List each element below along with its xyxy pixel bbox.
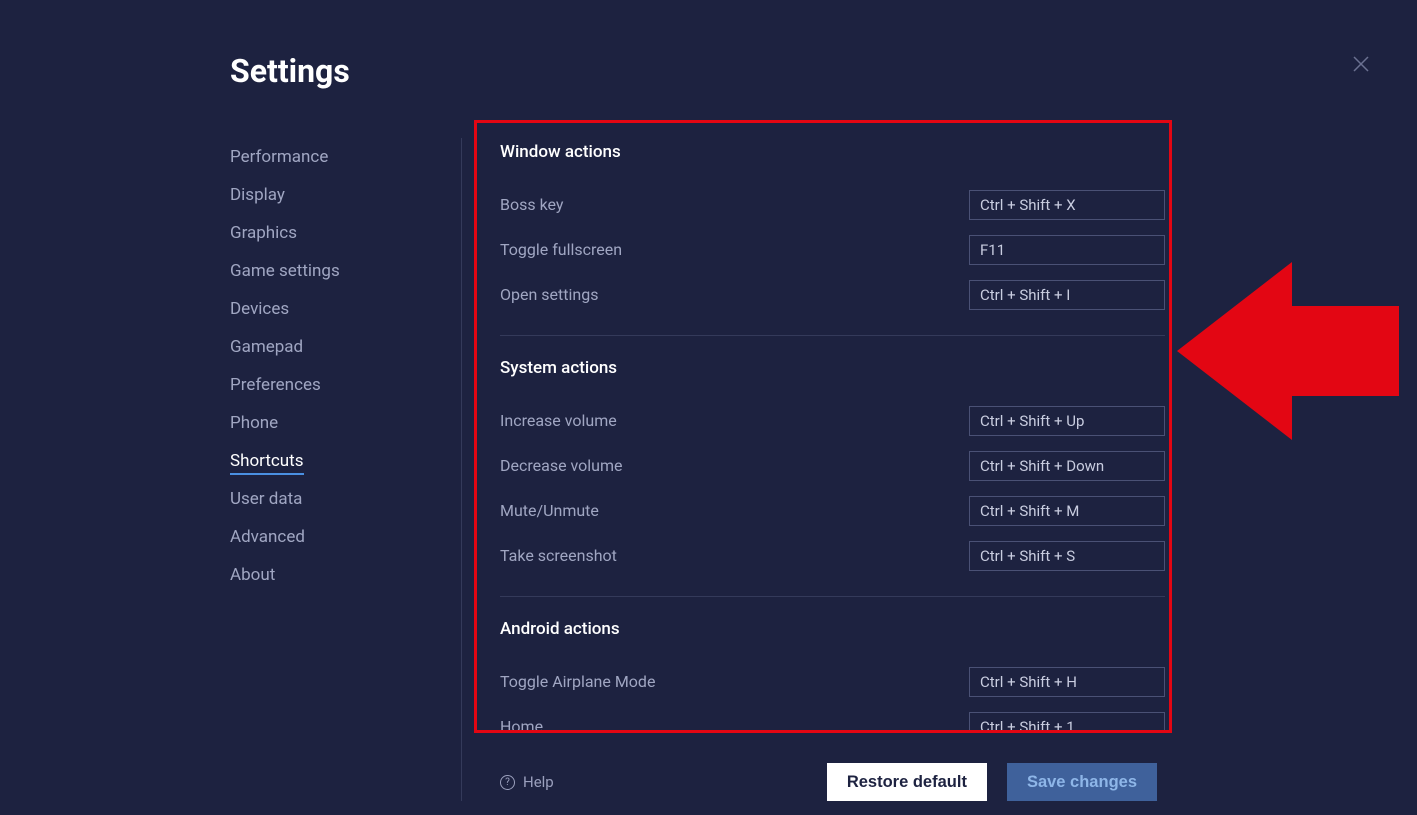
shortcut-input[interactable]: Ctrl + Shift + H xyxy=(969,667,1165,697)
sidebar-item-label: User data xyxy=(230,489,302,509)
main-panel: Window actions Boss key Ctrl + Shift + X To… xyxy=(462,138,1187,801)
help-label: Help xyxy=(523,773,554,791)
sidebar-item-label: Game settings xyxy=(230,261,340,281)
sidebar-item-display[interactable]: Display xyxy=(230,176,441,214)
sidebar-item-shortcuts[interactable]: Shortcuts xyxy=(230,442,441,480)
section-system-actions: System actions Increase volume Ctrl + Shif… xyxy=(500,358,1165,597)
sidebar-item-label: Advanced xyxy=(230,527,305,547)
sidebar-item-devices[interactable]: Devices xyxy=(230,290,441,328)
shortcut-label: Increase volume xyxy=(500,411,617,430)
shortcut-label: Decrease volume xyxy=(500,456,623,475)
sidebar-item-preferences[interactable]: Preferences xyxy=(230,366,441,404)
help-link[interactable]: ? Help xyxy=(500,773,554,791)
shortcut-row: Mute/Unmute Ctrl + Shift + M xyxy=(500,488,1165,533)
sidebar-item-phone[interactable]: Phone xyxy=(230,404,441,442)
sidebar: Performance Display Graphics Game settings D… xyxy=(230,138,462,801)
sidebar-item-graphics[interactable]: Graphics xyxy=(230,214,441,252)
sidebar-item-user-data[interactable]: User data xyxy=(230,480,441,518)
shortcut-row: Toggle Airplane Mode Ctrl + Shift + H xyxy=(500,659,1165,704)
shortcut-label: Mute/Unmute xyxy=(500,501,599,520)
shortcut-label: Home xyxy=(500,717,543,733)
shortcut-input[interactable]: Ctrl + Shift + X xyxy=(969,190,1165,220)
sidebar-item-label: Graphics xyxy=(230,223,297,243)
shortcut-label: Toggle Airplane Mode xyxy=(500,672,655,691)
shortcut-label: Toggle fullscreen xyxy=(500,240,622,259)
shortcut-label: Open settings xyxy=(500,285,598,304)
shortcut-row: Boss key Ctrl + Shift + X xyxy=(500,182,1165,227)
shortcut-row: Increase volume Ctrl + Shift + Up xyxy=(500,398,1165,443)
sidebar-item-label: Shortcuts xyxy=(230,451,304,475)
shortcut-input[interactable]: Ctrl + Shift + Up xyxy=(969,406,1165,436)
sidebar-item-label: Preferences xyxy=(230,375,321,395)
shortcut-row: Take screenshot Ctrl + Shift + S xyxy=(500,533,1165,578)
sidebar-item-label: Phone xyxy=(230,413,278,433)
section-window-actions: Window actions Boss key Ctrl + Shift + X To… xyxy=(500,142,1165,336)
section-title: Window actions xyxy=(500,142,1165,162)
shortcut-input[interactable]: Ctrl + Shift + Down xyxy=(969,451,1165,481)
section-title: System actions xyxy=(500,358,1165,378)
close-icon xyxy=(1353,56,1369,72)
section-title: Android actions xyxy=(500,619,1165,639)
sidebar-item-performance[interactable]: Performance xyxy=(230,138,441,176)
shortcut-row: Open settings Ctrl + Shift + I xyxy=(500,272,1165,317)
sidebar-item-advanced[interactable]: Advanced xyxy=(230,518,441,556)
sidebar-item-label: Gamepad xyxy=(230,337,303,357)
save-changes-button[interactable]: Save changes xyxy=(1007,763,1157,801)
shortcut-label: Take screenshot xyxy=(500,546,617,565)
shortcut-row: Toggle fullscreen F11 xyxy=(500,227,1165,272)
help-icon: ? xyxy=(500,775,515,790)
sidebar-item-label: Display xyxy=(230,185,285,205)
sidebar-item-label: Devices xyxy=(230,299,289,319)
shortcut-row: Decrease volume Ctrl + Shift + Down xyxy=(500,443,1165,488)
section-android-actions: Android actions Toggle Airplane Mode Ctrl … xyxy=(500,619,1165,733)
sidebar-item-label: Performance xyxy=(230,147,328,167)
sidebar-item-game-settings[interactable]: Game settings xyxy=(230,252,441,290)
sidebar-item-gamepad[interactable]: Gamepad xyxy=(230,328,441,366)
shortcut-input[interactable]: Ctrl + Shift + M xyxy=(969,496,1165,526)
close-button[interactable] xyxy=(1349,52,1373,76)
restore-default-button[interactable]: Restore default xyxy=(827,763,987,801)
shortcut-label: Boss key xyxy=(500,195,563,214)
shortcut-input[interactable]: Ctrl + Shift + S xyxy=(969,541,1165,571)
shortcut-input[interactable]: F11 xyxy=(969,235,1165,265)
footer: ? Help Restore default Save changes xyxy=(462,733,1187,801)
sidebar-item-label: About xyxy=(230,565,275,585)
sidebar-item-about[interactable]: About xyxy=(230,556,441,594)
shortcut-row: Home Ctrl + Shift + 1 xyxy=(500,704,1165,733)
shortcut-input[interactable]: Ctrl + Shift + I xyxy=(969,280,1165,310)
shortcut-input[interactable]: Ctrl + Shift + 1 xyxy=(969,712,1165,734)
page-title: Settings xyxy=(230,52,1187,90)
